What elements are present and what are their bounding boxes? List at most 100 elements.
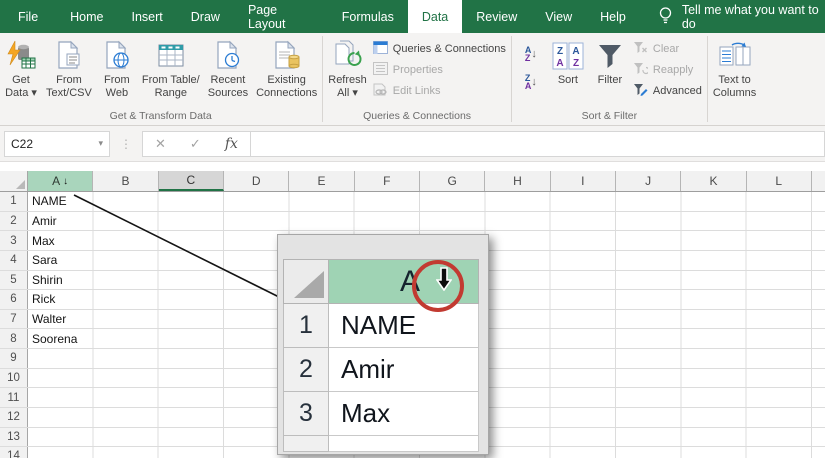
column-header-e[interactable]: E (289, 171, 355, 191)
row-header-14[interactable]: 14 (0, 447, 28, 458)
insert-function-icon[interactable]: fx (225, 136, 238, 152)
cell-a3[interactable]: Max (28, 231, 92, 250)
advanced-filter-label: Advanced (652, 85, 702, 97)
from-table-range-button[interactable]: From Table/ Range (138, 36, 204, 100)
row-header-1[interactable]: 1 (0, 192, 28, 211)
from-web-label-1: From (104, 74, 130, 86)
sheet-row: 2 Amir (0, 211, 825, 232)
cancel-icon[interactable]: ✕ (155, 136, 166, 152)
tell-me-box[interactable]: Tell me what you want to do (658, 0, 825, 33)
sort-button[interactable]: ZAAZ Sort (547, 36, 589, 87)
dropdown-caret-icon: ▾ (352, 87, 358, 99)
queries-connections-icon (372, 41, 388, 57)
column-header-b[interactable]: B (93, 171, 159, 191)
row-header-7[interactable]: 7 (0, 309, 28, 329)
tab-review[interactable]: Review (462, 0, 531, 33)
existing-connections-label-2: Connections (256, 87, 318, 99)
refresh-all-icon (332, 38, 364, 74)
reapply-filter-button[interactable]: Reapply (633, 61, 702, 79)
row-header-5[interactable]: 5 (0, 270, 28, 290)
edit-links-button[interactable]: Edit Links (373, 82, 506, 100)
callout-select-all-triangle-icon (294, 271, 324, 298)
column-header-f[interactable]: F (354, 171, 420, 191)
group-queries-connections: Refresh All ▾ Queries & Connections Prop… (324, 33, 510, 125)
excel-window: File Home Insert Draw Page Layout Formul… (0, 0, 825, 458)
from-text-csv-label-2: Text/CSV (46, 87, 92, 99)
cell-a4[interactable]: Sara (28, 251, 92, 270)
filter-button[interactable]: Filter (589, 36, 631, 87)
cell-a2[interactable]: Amir (28, 212, 92, 231)
queries-connections-button[interactable]: Queries & Connections (372, 40, 506, 58)
column-header-l[interactable]: L (746, 171, 812, 191)
group-label-get-transform: Get & Transform Data (109, 110, 212, 122)
group-get-transform-data: Get Data ▾ From Text/CSV From Web From T… (0, 33, 321, 125)
formula-input[interactable] (250, 130, 825, 157)
name-box[interactable]: C22 ▾ (4, 130, 110, 157)
refresh-all-button[interactable]: Refresh All ▾ (324, 36, 371, 100)
column-header-partial[interactable] (811, 171, 825, 191)
from-text-csv-button[interactable]: From Text/CSV (42, 36, 96, 100)
tab-draw[interactable]: Draw (177, 0, 234, 33)
tab-data[interactable]: Data (407, 0, 463, 33)
tab-view[interactable]: View (531, 0, 586, 33)
existing-connections-button[interactable]: Existing Connections (252, 36, 321, 100)
tab-file[interactable]: File (0, 0, 56, 33)
sort-ascending-button[interactable]: A Z ↓ (518, 42, 544, 66)
tab-page-layout[interactable]: Page Layout (234, 0, 328, 33)
text-to-columns-label-1: Text to (718, 74, 751, 86)
get-data-button[interactable]: Get Data ▾ (0, 36, 42, 100)
column-header-k[interactable]: K (681, 171, 747, 191)
formula-buttons: ✕ ✓ fx (142, 130, 251, 157)
row-header-3[interactable]: 3 (0, 231, 28, 250)
text-to-columns-label-2: Columns (712, 87, 757, 99)
clear-filter-label: Clear (652, 43, 680, 55)
row-header-6[interactable]: 6 (0, 290, 28, 309)
clear-filter-button[interactable]: Clear (633, 40, 702, 58)
row-header-13[interactable]: 13 (0, 427, 28, 447)
cell-a5[interactable]: Shirin (28, 271, 92, 290)
cell-a6[interactable]: Rick (28, 290, 92, 309)
recent-sources-icon (212, 38, 244, 74)
tab-insert[interactable]: Insert (118, 0, 177, 33)
enter-icon[interactable]: ✓ (190, 136, 201, 152)
row-header-12[interactable]: 12 (0, 407, 28, 427)
column-header-a[interactable]: A ↓ (28, 171, 94, 191)
advanced-filter-button[interactable]: Advanced (633, 82, 702, 100)
clear-filter-icon (633, 41, 648, 57)
sort-label: Sort (557, 74, 578, 86)
from-web-label-2: Web (105, 87, 129, 99)
column-header-c[interactable]: C (158, 171, 224, 191)
row-header-9[interactable]: 9 (0, 349, 28, 368)
column-header-d[interactable]: D (223, 171, 290, 191)
svg-text:A: A (556, 58, 563, 69)
ribbon-separator (706, 36, 708, 122)
tab-home[interactable]: Home (56, 0, 117, 33)
select-all-corner[interactable] (0, 171, 28, 191)
get-data-label-1: Get (12, 74, 30, 86)
advanced-filter-icon (633, 83, 648, 99)
column-header-i[interactable]: I (550, 171, 616, 191)
cell-a1[interactable]: NAME (28, 192, 92, 211)
reapply-filter-label: Reapply (652, 64, 694, 76)
from-web-button[interactable]: From Web (96, 36, 138, 100)
callout-cell-value: Max (329, 392, 479, 436)
cell-a7[interactable]: Walter (28, 310, 92, 329)
sort-descending-button[interactable]: Z A ↓ (518, 70, 544, 94)
select-all-triangle-icon (16, 180, 25, 189)
cell-a8[interactable]: Soorena (28, 329, 92, 348)
row-header-2[interactable]: 2 (0, 211, 28, 231)
text-to-columns-button[interactable]: Text to Columns (709, 36, 760, 100)
row-header-8[interactable]: 8 (0, 329, 28, 348)
get-data-label-2: Data (5, 87, 29, 99)
column-header-g[interactable]: G (419, 171, 486, 191)
callout-row-partial (283, 436, 329, 452)
column-header-j[interactable]: J (615, 171, 682, 191)
row-header-4[interactable]: 4 (0, 250, 28, 270)
column-header-h[interactable]: H (485, 171, 551, 191)
tab-help[interactable]: Help (586, 0, 640, 33)
tab-formulas[interactable]: Formulas (328, 0, 408, 33)
properties-button[interactable]: Properties (372, 61, 506, 79)
row-header-10[interactable]: 10 (0, 368, 28, 388)
recent-sources-button[interactable]: Recent Sources (204, 36, 252, 100)
row-header-11[interactable]: 11 (0, 388, 28, 407)
